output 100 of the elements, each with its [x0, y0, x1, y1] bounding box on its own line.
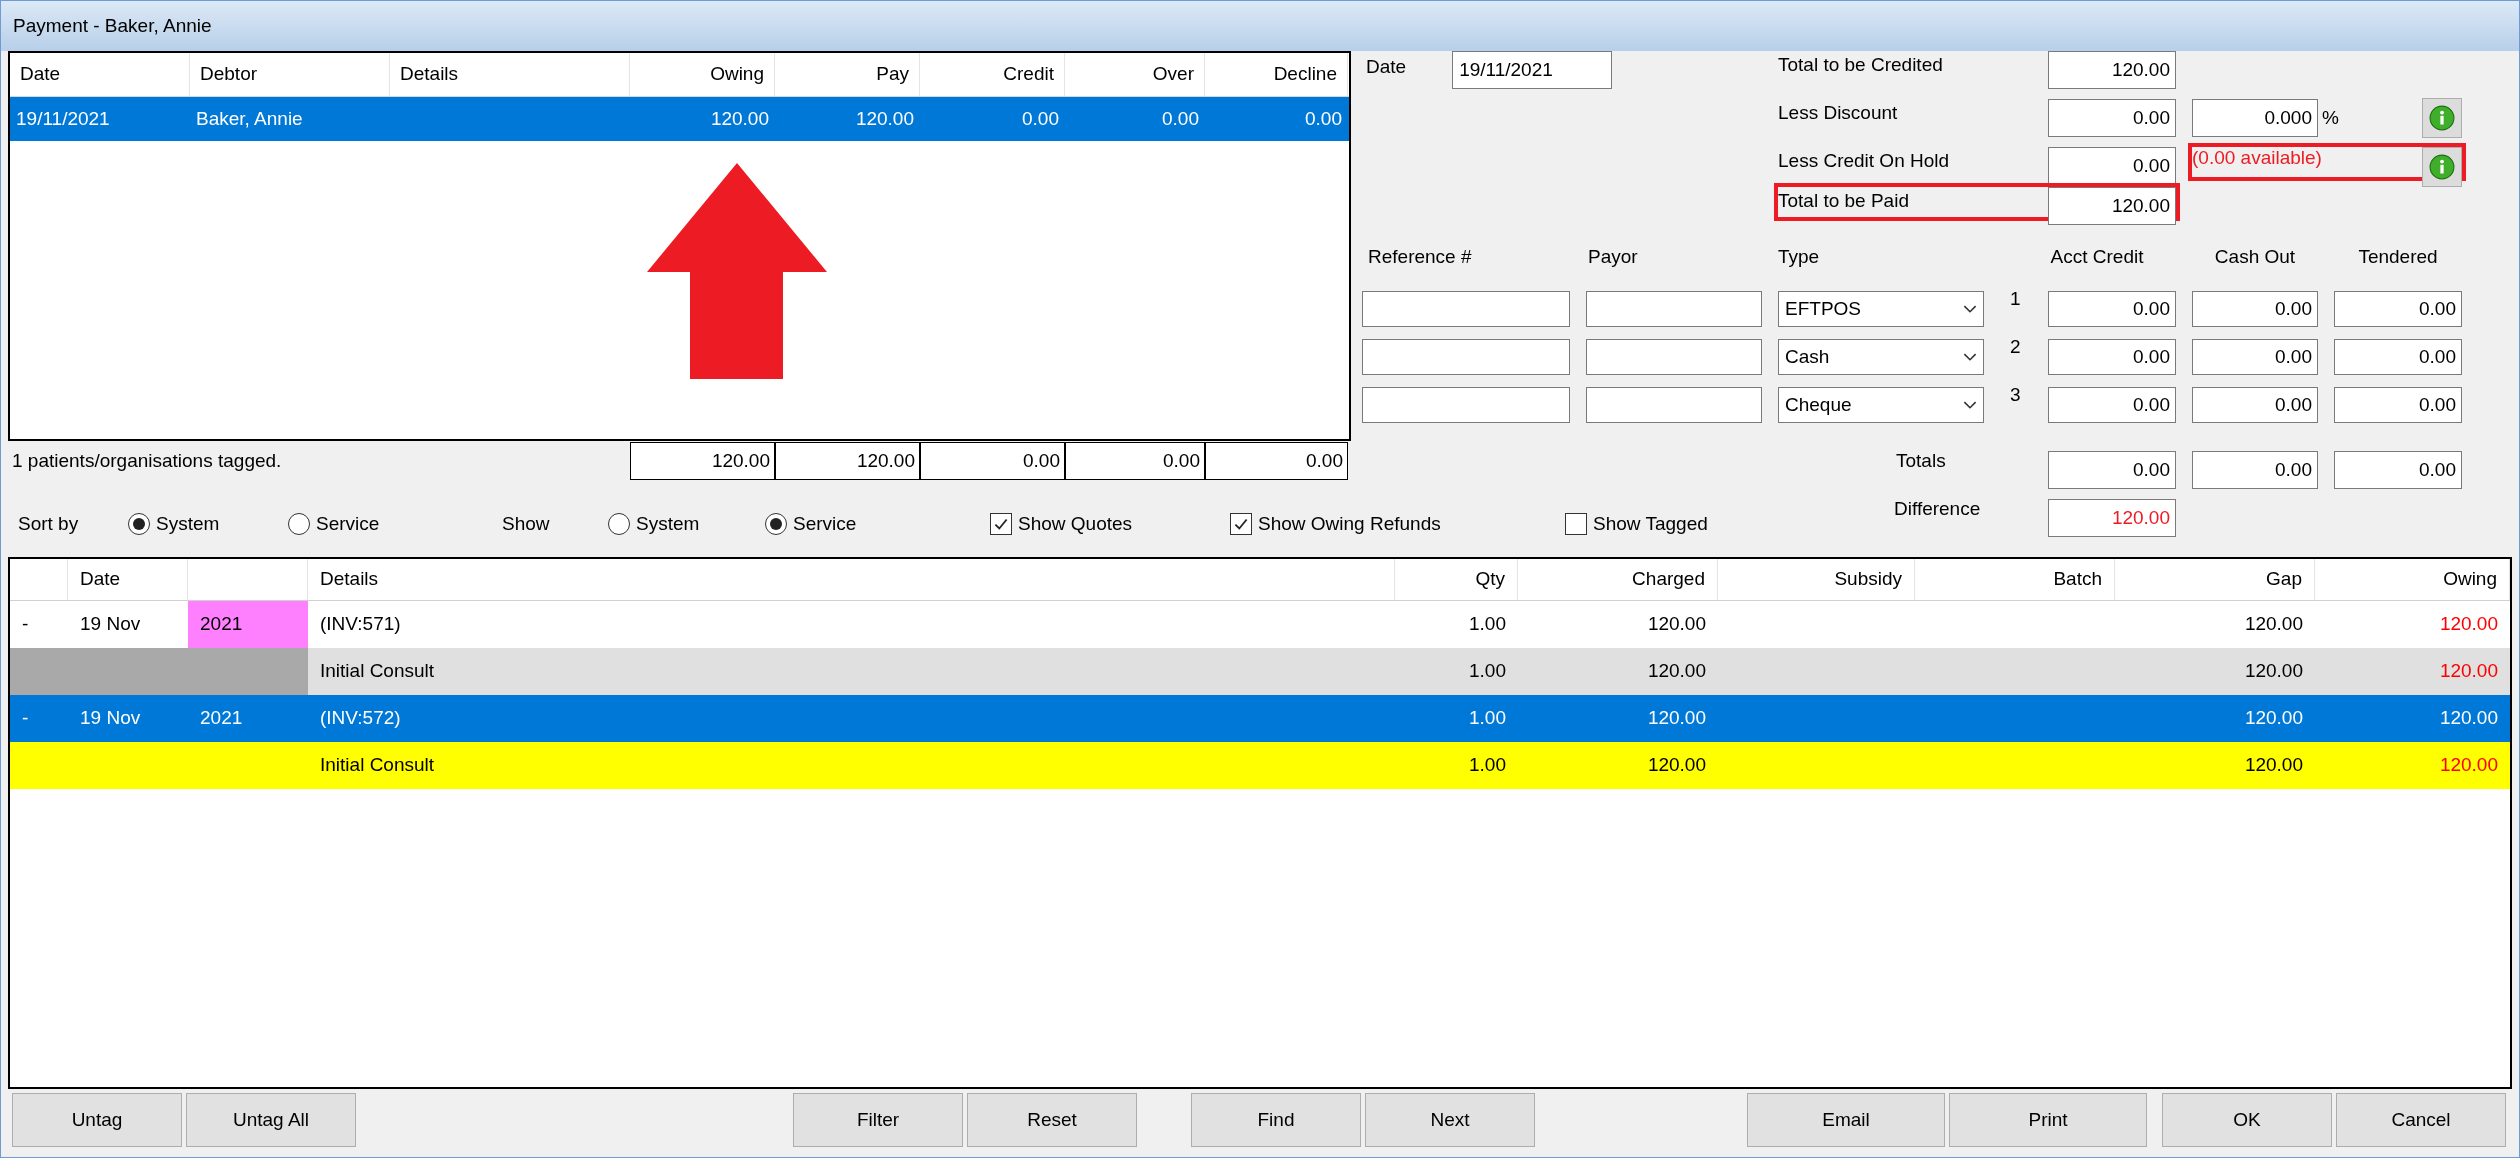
amount-field[interactable]: 0.00 — [2048, 99, 2176, 137]
column-header[interactable]: Credit — [920, 53, 1065, 96]
amount-field[interactable]: 0.00 — [2192, 339, 2318, 375]
column-header[interactable]: Date — [68, 559, 188, 600]
radio-button[interactable]: System — [128, 509, 220, 539]
payor-field[interactable] — [1586, 339, 1762, 375]
type-dropdown[interactable]: Cash — [1778, 339, 1984, 375]
action-button[interactable]: Reset — [967, 1093, 1137, 1147]
action-button[interactable]: Cancel — [2336, 1093, 2506, 1147]
summary-label: Less Credit On Hold — [1778, 149, 1950, 173]
column-header: Type — [1778, 245, 1821, 269]
table-cell-text: 1.00 — [1469, 706, 1506, 731]
action-button[interactable]: Next — [1365, 1093, 1535, 1147]
table-cell-text: 120.00 — [1647, 753, 1706, 778]
amount-field[interactable]: 120.00 — [2048, 187, 2176, 225]
column-header[interactable]: Decline — [1205, 53, 1348, 96]
column-header[interactable]: Date — [10, 53, 190, 96]
table-cell-text: 19 Nov — [80, 706, 141, 731]
amount-field[interactable]: 0.00 — [2334, 339, 2462, 375]
amount-field[interactable]: 0.00 — [2192, 291, 2318, 327]
column-header[interactable]: Pay — [775, 53, 920, 96]
action-button[interactable]: Email — [1747, 1093, 1945, 1147]
action-button[interactable]: OK — [2162, 1093, 2332, 1147]
table-cell-text: 120.00 — [2244, 612, 2303, 637]
difference-label: Difference — [1894, 498, 1981, 519]
amount-field[interactable]: 0.00 — [2048, 387, 2176, 423]
info-button[interactable] — [2422, 147, 2462, 187]
type-dropdown[interactable]: EFTPOS — [1778, 291, 1984, 327]
type-dropdown[interactable]: Cheque — [1778, 387, 1984, 423]
column-header[interactable]: Charged — [1518, 559, 1718, 600]
line-number: 3 — [2010, 384, 2021, 405]
column-header: Cash Out — [2213, 245, 2297, 269]
action-button[interactable]: Find — [1191, 1093, 1361, 1147]
total-cell: 120.00 — [630, 442, 775, 480]
table-cell-text: 0.00 — [1022, 106, 1059, 131]
amount-field[interactable]: 0.00 — [2334, 387, 2462, 423]
summary-label: Total to be Credited — [1778, 53, 1943, 77]
table-cell-text: 120.00 — [2439, 753, 2498, 778]
amount-field[interactable]: 0.00 — [2048, 291, 2176, 327]
amount-field[interactable]: 120.00 — [2048, 51, 2176, 89]
table-cell-text: - — [22, 706, 29, 731]
column-header[interactable]: Over — [1065, 53, 1205, 96]
amount-field[interactable]: 0.00 — [2048, 451, 2176, 489]
table-cell-text: Baker, Annie — [196, 106, 303, 131]
amount-field[interactable]: 0.00 — [2048, 147, 2176, 185]
payor-field[interactable] — [1586, 291, 1762, 327]
column-header[interactable]: Owing — [2315, 559, 2510, 600]
column-header[interactable]: Owing — [630, 53, 775, 96]
table-row[interactable]: 19/11/2021 Baker, Annie 120.00 120.00 0.00 0.00 0.00 — [10, 97, 1349, 141]
column-header[interactable]: Details — [308, 559, 1395, 600]
difference-field[interactable]: 120.00 — [2048, 499, 2176, 537]
table-cell-text: (INV:572) — [320, 706, 401, 731]
checkbox[interactable]: Show Tagged — [1565, 509, 1708, 539]
total-cell: 120.00 — [775, 442, 920, 480]
table-cell-text: 120.00 — [855, 106, 914, 131]
percent-field[interactable]: 0.000 — [2192, 99, 2318, 137]
radio-button[interactable]: Service — [765, 509, 857, 539]
column-header[interactable]: Gap — [2115, 559, 2315, 600]
action-button[interactable]: Print — [1949, 1093, 2147, 1147]
amount-field[interactable]: 0.00 — [2192, 451, 2318, 489]
table-cell-text: 19 Nov — [80, 612, 141, 637]
table-cell-text: 2021 — [200, 706, 243, 731]
date-field[interactable]: 19/11/2021 — [1452, 51, 1613, 89]
payor-field[interactable] — [1586, 387, 1762, 423]
table-cell-text: (INV:571) — [320, 612, 401, 637]
window-title: Payment - Baker, Annie — [13, 13, 212, 38]
amount-field[interactable]: 0.00 — [2334, 451, 2462, 489]
chevron-down-icon — [1963, 400, 1977, 410]
percent-sign: % — [2322, 105, 2339, 130]
checkbox[interactable]: Show Quotes — [990, 509, 1133, 539]
table-row[interactable]: Initial Consult 1.00 120.00 120.00 120.00 — [10, 742, 2510, 789]
total-cell: 0.00 — [1205, 442, 1348, 480]
date-label: Date — [1366, 55, 1407, 79]
action-button[interactable]: Untag — [12, 1093, 182, 1147]
column-header[interactable]: Qty — [1395, 559, 1518, 600]
checkbox[interactable]: Show Owing Refunds — [1230, 509, 1441, 539]
table-cell-text: 120.00 — [2244, 753, 2303, 778]
column-header[interactable]: Details — [390, 53, 630, 96]
radio-button[interactable]: System — [608, 509, 700, 539]
action-button[interactable]: Untag All — [186, 1093, 356, 1147]
reference-field[interactable] — [1362, 291, 1570, 327]
tag-cell: 2021 — [188, 601, 308, 648]
column-header[interactable]: Debtor — [190, 53, 390, 96]
table-row[interactable]: Initial Consult 1.00 120.00 120.00 120.00 — [10, 648, 2510, 695]
column-header: Reference # — [1367, 245, 1473, 269]
reference-field[interactable] — [1362, 339, 1570, 375]
amount-field[interactable]: 0.00 — [2192, 387, 2318, 423]
column-header[interactable]: Subsidy — [1718, 559, 1915, 600]
radio-button[interactable]: Service — [288, 509, 380, 539]
table-cell-text: 19/11/2021 — [16, 106, 110, 131]
table-cell-text: 120.00 — [2439, 659, 2498, 684]
table-cell-text: 120.00 — [1647, 659, 1706, 684]
amount-field[interactable]: 0.00 — [2334, 291, 2462, 327]
info-button[interactable] — [2422, 98, 2462, 138]
summary-label: Total to be Paid — [1778, 189, 1909, 213]
column-header[interactable]: Batch — [1915, 559, 2115, 600]
action-button[interactable]: Filter — [793, 1093, 963, 1147]
reference-field[interactable] — [1362, 387, 1570, 423]
table-row[interactable]: - 19 Nov 2021 (INV:572) 1.00 120.00 120.00 120.00 — [10, 695, 2510, 742]
amount-field[interactable]: 0.00 — [2048, 339, 2176, 375]
